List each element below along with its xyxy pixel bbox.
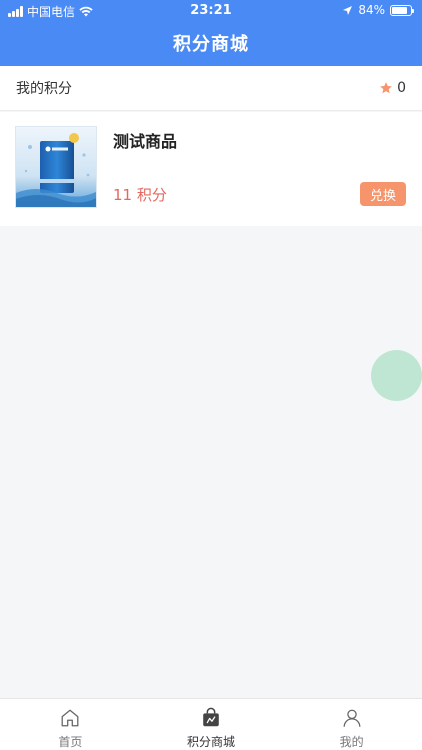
tab-points-mall[interactable]: 积分商城 [141,699,282,750]
tab-home-label: 首页 [58,735,83,749]
my-points-label: 我的积分 [16,81,72,97]
product-price: 11 积分 [113,186,167,204]
my-points-bar: 我的积分 0 [0,66,422,111]
points-value-group: 0 [379,80,406,96]
star-icon [380,82,392,94]
status-right: 84% [342,3,414,17]
tab-mine[interactable]: 我的 [281,699,422,750]
tab-points-mall-label: 积分商城 [187,735,236,749]
home-icon [61,709,79,727]
product-image[interactable] [15,126,97,208]
floating-assistive-button[interactable] [371,350,422,401]
page-title: 积分商城 [173,34,249,55]
bottom-tab-bar: 首页 积分商城 我的 [0,698,422,750]
tab-mine-label: 我的 [339,735,364,749]
shopping-bag-icon [203,707,219,727]
battery-percent: 84% [358,3,385,17]
location-arrow-icon [343,5,353,15]
tab-home[interactable]: 首页 [0,699,141,750]
points-value: 0 [397,80,406,96]
redeem-button[interactable]: 兑换 [360,182,406,206]
product-card[interactable]: 测试商品 11 积分 兑换 [0,112,422,226]
status-bar: 中国电信 23:21 84% [0,0,422,22]
app-header: 中国电信 23:21 84% 积分商城 [0,0,422,66]
user-icon [343,709,361,727]
battery-icon [390,4,414,16]
product-name[interactable]: 测试商品 [113,128,177,152]
